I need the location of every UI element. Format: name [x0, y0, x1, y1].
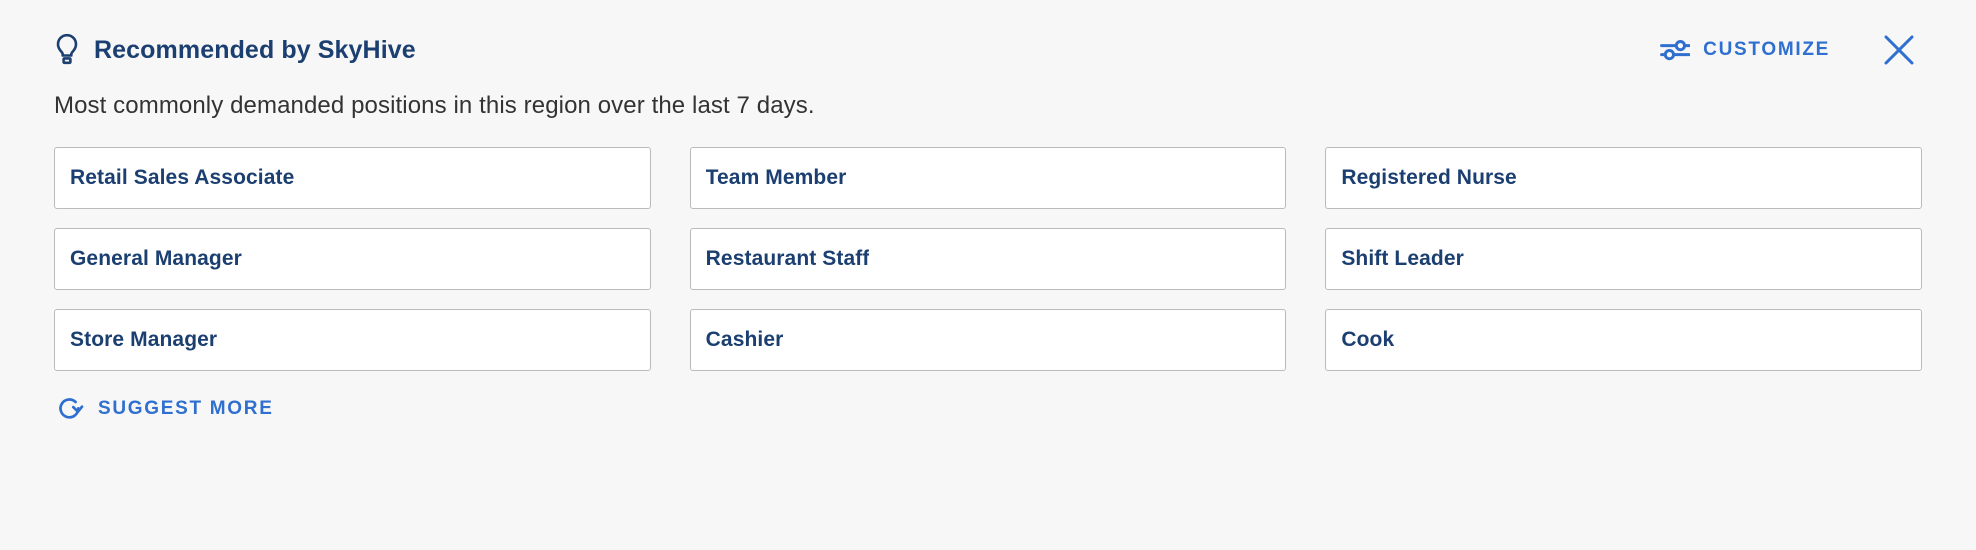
position-card-label: Retail Sales Associate — [70, 166, 295, 189]
customize-button[interactable]: CUSTOMIZE — [1658, 33, 1832, 67]
position-card-label: Cashier — [705, 328, 784, 351]
position-card-label: Registered Nurse — [1341, 166, 1517, 189]
position-card[interactable]: Team Member — [689, 147, 1287, 209]
position-card-label: General Manager — [70, 247, 242, 270]
panel-footer: SUGGEST MORE — [54, 391, 1922, 427]
panel-header-left: Recommended by SkyHive — [54, 33, 416, 67]
refresh-rotate-icon — [56, 395, 84, 423]
close-icon — [1880, 31, 1918, 69]
close-button[interactable] — [1878, 29, 1920, 71]
position-card[interactable]: General Manager — [54, 228, 651, 290]
lightbulb-icon — [54, 33, 80, 67]
customize-button-label: CUSTOMIZE — [1703, 39, 1830, 60]
position-card[interactable]: Retail Sales Associate — [54, 147, 651, 209]
page-title: Recommended by SkyHive — [94, 35, 416, 64]
position-card[interactable]: Cook — [1325, 309, 1922, 371]
suggest-more-label: SUGGEST MORE — [98, 398, 274, 419]
position-card-label: Cook — [1341, 328, 1395, 351]
panel-description: Most commonly demanded positions in this… — [54, 92, 815, 119]
position-card-label: Store Manager — [70, 328, 218, 351]
positions-grid: Retail Sales Associate Team Member Regis… — [54, 147, 1922, 371]
position-card[interactable]: Shift Leader — [1325, 228, 1922, 290]
position-card[interactable]: Cashier — [689, 309, 1287, 371]
panel-header: Recommended by SkyHive CUSTOMIZE — [54, 0, 1922, 96]
tune-sliders-icon — [1660, 37, 1691, 63]
position-card[interactable]: Store Manager — [54, 309, 651, 371]
position-card[interactable]: Restaurant Staff — [689, 228, 1287, 290]
panel-header-actions: CUSTOMIZE — [1658, 29, 1922, 71]
recommended-panel: Recommended by SkyHive CUSTOMIZE Most co… — [0, 0, 1976, 550]
position-card-label: Shift Leader — [1341, 247, 1464, 270]
position-card-label: Team Member — [705, 166, 847, 189]
suggest-more-button[interactable]: SUGGEST MORE — [54, 391, 276, 427]
position-card[interactable]: Registered Nurse — [1325, 147, 1922, 209]
position-card-label: Restaurant Staff — [705, 247, 870, 270]
